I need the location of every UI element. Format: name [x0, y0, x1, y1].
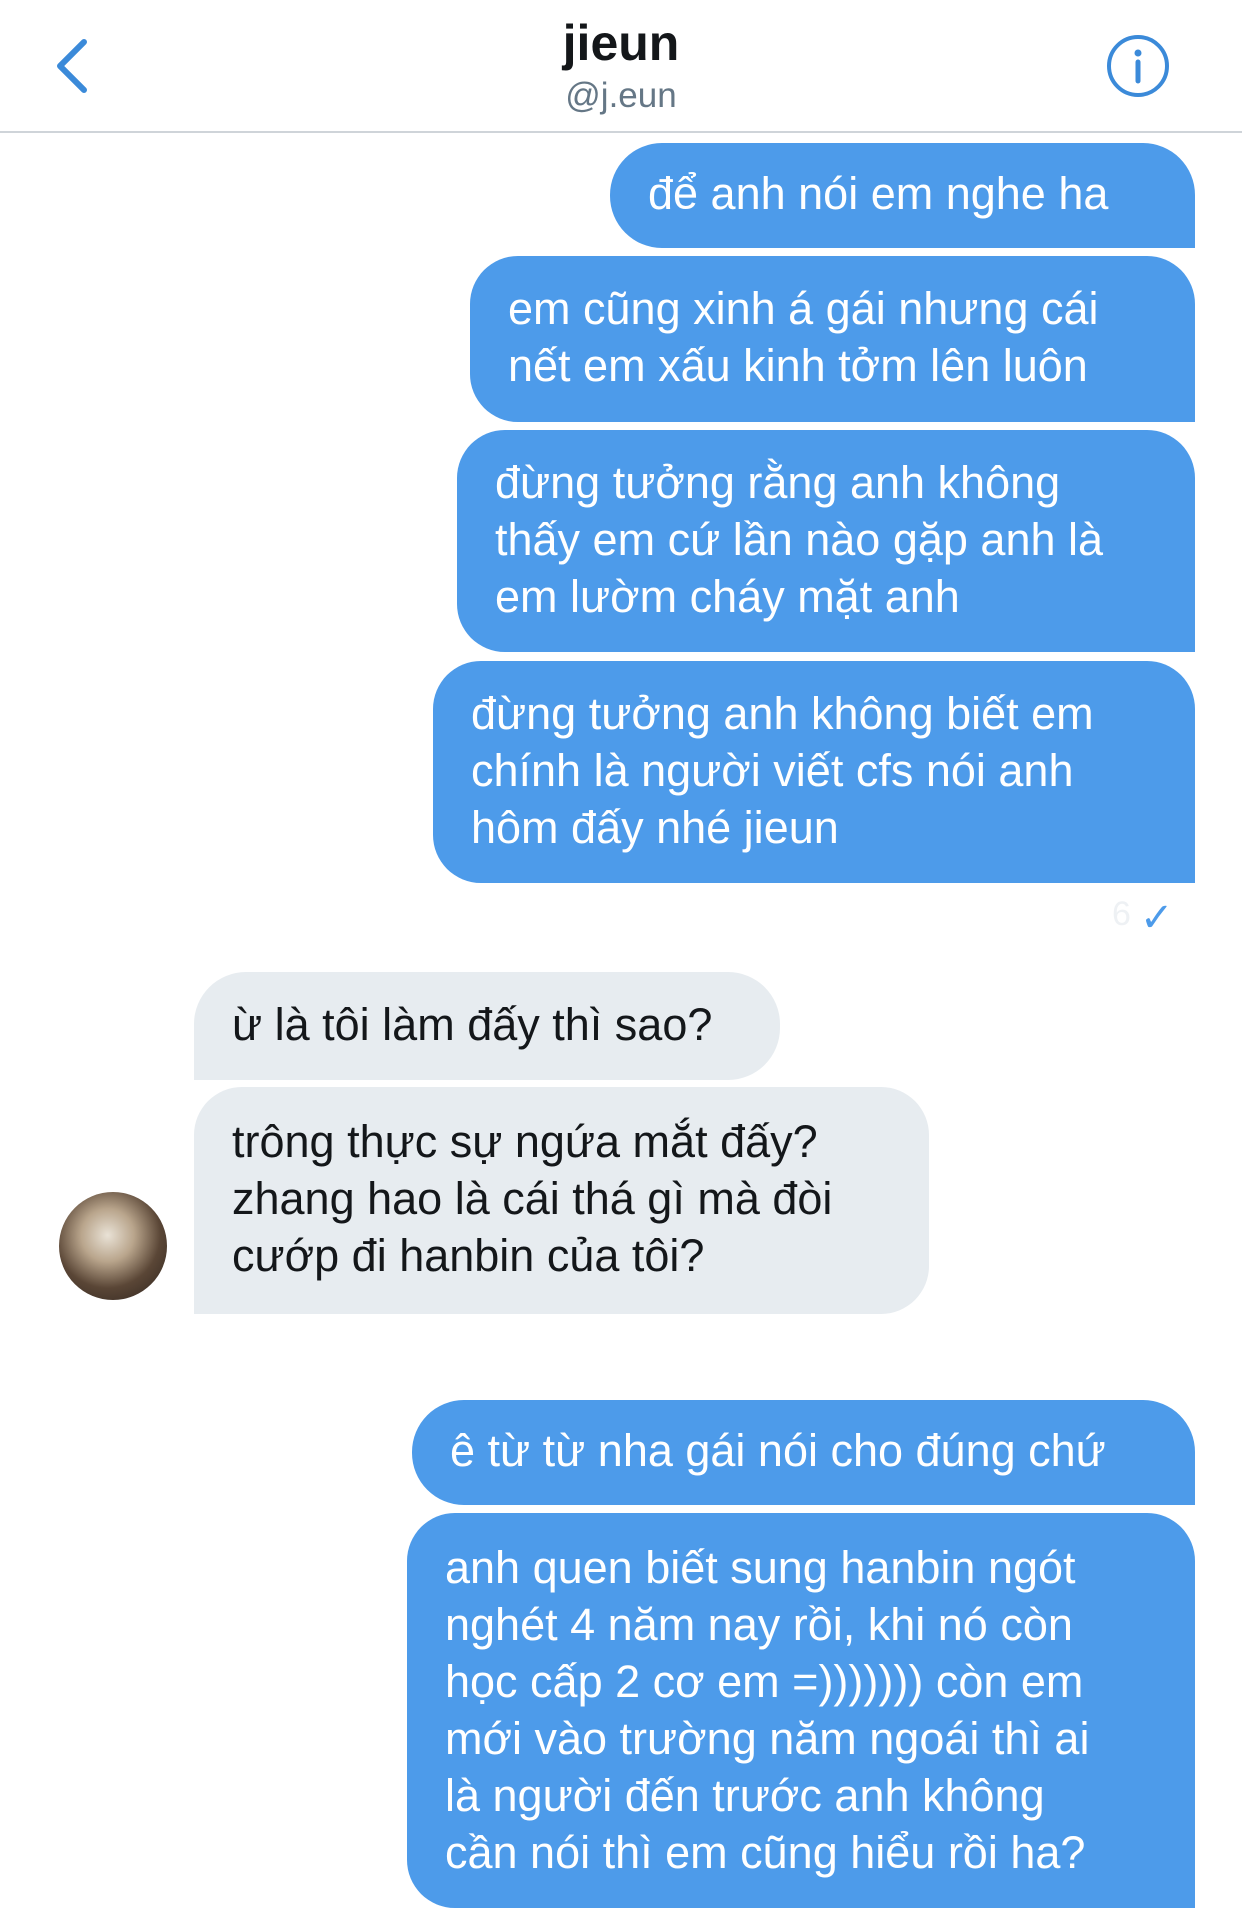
info-icon[interactable] — [1105, 33, 1171, 99]
message-bubble-outgoing[interactable]: ê từ từ nha gái nói cho đúng chứ — [412, 1400, 1195, 1505]
message-bubble-incoming[interactable]: trông thực sự ngứa mắt đấy? zhang hao là… — [194, 1087, 929, 1314]
conversation-handle: @j.eun — [565, 76, 677, 115]
conversation-header: jieun @j.eun — [0, 0, 1242, 133]
message-timestamp: 6 — [1112, 895, 1131, 933]
message-bubble-outgoing[interactable]: em cũng xinh á gái nhưng cái nết em xấu … — [470, 256, 1195, 422]
message-bubble-outgoing[interactable]: anh quen biết sung hanbin ngót nghét 4 n… — [407, 1513, 1195, 1908]
message-bubble-outgoing[interactable]: đừng tưởng rằng anh không thấy em cứ lần… — [457, 430, 1195, 652]
avatar[interactable] — [59, 1192, 167, 1300]
message-bubble-outgoing[interactable]: đừng tưởng anh không biết em chính là ng… — [433, 661, 1195, 883]
conversation-title: jieun — [562, 15, 680, 71]
message-bubble-incoming[interactable]: ừ là tôi làm đấy thì sao? — [194, 972, 780, 1080]
checkmark-icon: ✓ — [1140, 896, 1174, 940]
message-bubble-outgoing[interactable]: để anh nói em nghe ha — [610, 143, 1195, 248]
